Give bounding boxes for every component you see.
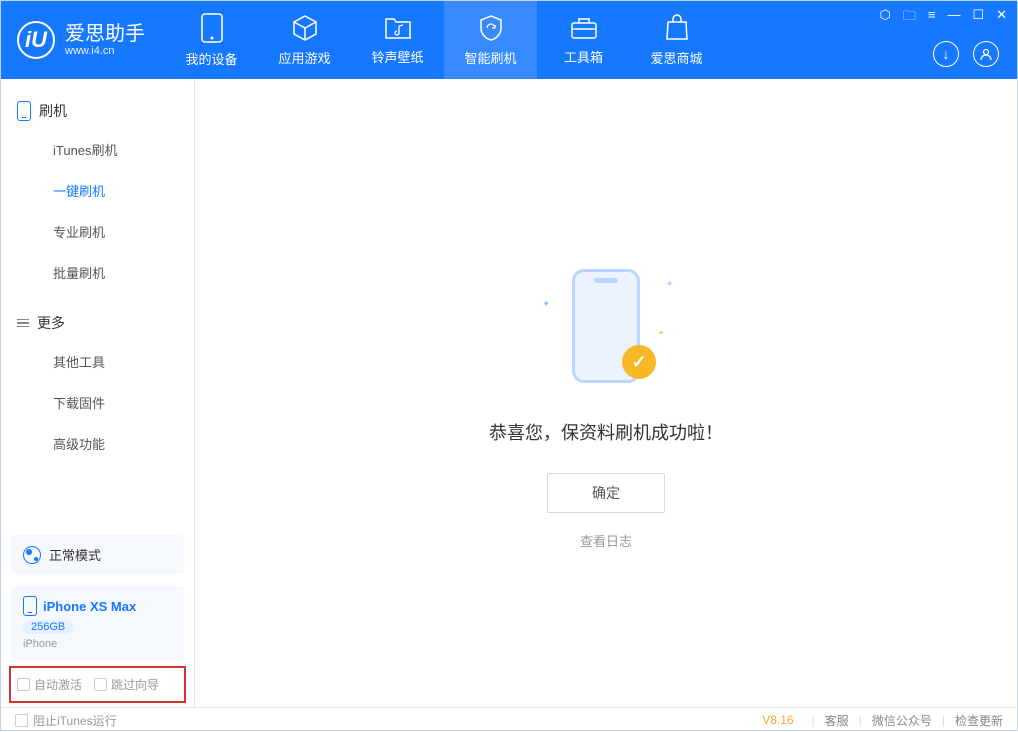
block-itunes-checkbox[interactable]: 阻止iTunes运行 bbox=[15, 712, 117, 729]
checkbox-label-text: 自动激活 bbox=[34, 676, 82, 693]
sidebar: 刷机 iTunes刷机 一键刷机 专业刷机 批量刷机 更多 其他工具 下载固件 … bbox=[1, 79, 195, 707]
app-name: 爱思助手 bbox=[65, 23, 145, 45]
checkbox-label-text: 阻止iTunes运行 bbox=[33, 712, 117, 729]
logo-area: iU 爱思助手 www.i4.cn bbox=[1, 21, 165, 59]
skip-guide-checkbox[interactable]: 跳过向导 bbox=[94, 676, 159, 693]
device-name-row: iPhone XS Max bbox=[23, 596, 136, 616]
tab-store[interactable]: 爱思商城 bbox=[630, 1, 723, 79]
app-header: iU 爱思助手 www.i4.cn 我的设备 应用游戏 铃声壁纸 智能刷机 工具… bbox=[1, 1, 1017, 79]
logo-icon: iU bbox=[17, 21, 55, 59]
checkbox-icon bbox=[17, 678, 30, 691]
phone-small-icon bbox=[23, 596, 37, 616]
phone-small-icon bbox=[17, 101, 31, 121]
phone-icon bbox=[201, 13, 223, 43]
maximize-icon[interactable]: ☐ bbox=[972, 7, 984, 29]
section-title-text: 更多 bbox=[37, 313, 65, 333]
success-illustration: ✦ ✦ ✦ ✓ bbox=[562, 269, 650, 389]
user-icon[interactable] bbox=[973, 41, 999, 67]
check-badge-icon: ✓ bbox=[622, 345, 656, 379]
sidebar-item-oneclick-flash[interactable]: 一键刷机 bbox=[1, 170, 194, 211]
download-icon[interactable]: ↓ bbox=[933, 41, 959, 67]
ok-button[interactable]: 确定 bbox=[547, 473, 665, 513]
window-controls: ⬡ 🗀 ≡ — ☐ ✕ bbox=[879, 7, 1007, 29]
tab-toolbox[interactable]: 工具箱 bbox=[537, 1, 630, 79]
music-folder-icon bbox=[384, 15, 412, 41]
tab-smart-flash[interactable]: 智能刷机 bbox=[444, 1, 537, 79]
device-name-text: iPhone XS Max bbox=[43, 599, 136, 614]
footer-link-support[interactable]: 客服 bbox=[825, 712, 849, 729]
sidebar-item-batch-flash[interactable]: 批量刷机 bbox=[1, 252, 194, 293]
auto-activate-checkbox[interactable]: 自动激活 bbox=[17, 676, 82, 693]
tab-apps-games[interactable]: 应用游戏 bbox=[258, 1, 351, 79]
normal-mode-icon bbox=[23, 546, 41, 564]
header-action-icons: ↓ bbox=[933, 41, 999, 67]
device-capacity-badge: 256GB bbox=[23, 620, 73, 634]
success-message: 恭喜您，保资料刷机成功啦！ bbox=[489, 419, 723, 445]
sidebar-section-more: 更多 bbox=[1, 305, 194, 341]
toolbox-icon bbox=[569, 15, 599, 41]
sidebar-item-advanced[interactable]: 高级功能 bbox=[1, 423, 194, 464]
sparkle-icon: ✦ bbox=[542, 299, 550, 310]
tab-label: 爱思商城 bbox=[650, 48, 702, 67]
device-mode-box[interactable]: 正常模式 bbox=[11, 535, 184, 574]
sidebar-item-other-tools[interactable]: 其他工具 bbox=[1, 341, 194, 382]
main-content: ✦ ✦ ✦ ✓ 恭喜您，保资料刷机成功啦！ 确定 查看日志 bbox=[195, 79, 1017, 707]
device-mode-text: 正常模式 bbox=[49, 545, 101, 564]
close-icon[interactable]: ✕ bbox=[996, 7, 1007, 29]
version-text: V8.16 bbox=[762, 713, 793, 727]
device-info-box[interactable]: iPhone XS Max 256GB iPhone bbox=[11, 586, 184, 660]
footer-link-update[interactable]: 检查更新 bbox=[955, 712, 1003, 729]
tab-ringtone-wallpaper[interactable]: 铃声壁纸 bbox=[351, 1, 444, 79]
tshirt-icon[interactable]: ⬡ bbox=[879, 7, 890, 29]
options-highlight-box: 自动激活 跳过向导 bbox=[9, 666, 186, 703]
tab-label: 铃声壁纸 bbox=[371, 47, 423, 66]
sidebar-item-pro-flash[interactable]: 专业刷机 bbox=[1, 211, 194, 252]
sidebar-item-itunes-flash[interactable]: iTunes刷机 bbox=[1, 129, 194, 170]
tab-label: 我的设备 bbox=[185, 49, 237, 68]
tab-label: 智能刷机 bbox=[464, 48, 516, 67]
device-type-text: iPhone bbox=[23, 638, 57, 650]
cube-icon bbox=[291, 14, 319, 42]
sparkle-icon: ✦ bbox=[658, 329, 664, 337]
checkbox-icon bbox=[15, 714, 28, 727]
checkbox-label-text: 跳过向导 bbox=[111, 676, 159, 693]
tab-label: 应用游戏 bbox=[278, 48, 330, 67]
footer-link-wechat[interactable]: 微信公众号 bbox=[872, 712, 932, 729]
tab-label: 工具箱 bbox=[564, 47, 603, 66]
footer-bar: 阻止iTunes运行 V8.16 | 客服 | 微信公众号 | 检查更新 bbox=[1, 707, 1017, 732]
sidebar-section-flash: 刷机 bbox=[1, 93, 194, 129]
shield-sync-icon bbox=[477, 14, 505, 42]
checkbox-icon bbox=[94, 678, 107, 691]
section-title-text: 刷机 bbox=[39, 101, 67, 121]
sidebar-item-download-firmware[interactable]: 下载固件 bbox=[1, 382, 194, 423]
main-tabs: 我的设备 应用游戏 铃声壁纸 智能刷机 工具箱 爱思商城 bbox=[165, 1, 723, 79]
menu-icon[interactable]: ≡ bbox=[928, 7, 936, 29]
app-url: www.i4.cn bbox=[65, 45, 145, 57]
view-log-link[interactable]: 查看日志 bbox=[580, 531, 632, 550]
lock-icon[interactable]: 🗀 bbox=[903, 7, 916, 29]
sparkle-icon: ✦ bbox=[666, 279, 674, 290]
list-icon bbox=[17, 319, 29, 328]
shopping-bag-icon bbox=[664, 14, 690, 42]
tab-my-device[interactable]: 我的设备 bbox=[165, 1, 258, 79]
minimize-icon[interactable]: — bbox=[947, 7, 960, 29]
